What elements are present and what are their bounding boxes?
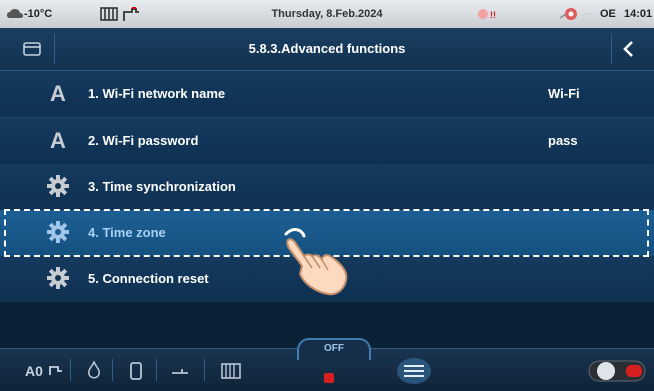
divider — [70, 359, 71, 381]
folder-button[interactable] — [10, 34, 55, 64]
off-status-tab[interactable]: OFF — [297, 338, 371, 360]
alarm-icon — [559, 0, 582, 28]
hand-pointer-icon — [284, 228, 348, 296]
menu-item-label: 5. Connection reset — [88, 271, 209, 286]
divider — [112, 359, 113, 381]
divider — [204, 359, 205, 381]
menu-item-label: 2. Wi-Fi password — [88, 133, 199, 148]
power-toggle[interactable] — [588, 357, 646, 385]
chevron-left-icon — [623, 41, 633, 57]
tank-icon[interactable] — [128, 361, 144, 381]
folder-icon — [23, 42, 41, 56]
mode-code: OE — [600, 8, 616, 20]
alarm-indicator — [324, 373, 334, 383]
menu-item-wifi-password[interactable]: A 2. Wi-Fi password pass — [0, 118, 654, 165]
menu-item-wifi-network-name[interactable]: A 1. Wi-Fi network name Wi-Fi — [0, 71, 654, 118]
menu-item-value: pass — [548, 133, 578, 148]
menu-item-label: 4. Time zone — [88, 225, 166, 240]
menu-icon[interactable] — [396, 357, 432, 385]
font-A-icon: A — [50, 81, 66, 106]
separator-dash: – — [586, 8, 593, 20]
date: Thursday, 8.Feb.2024 — [271, 8, 383, 20]
page-title: 5.8.3.Advanced functions — [248, 41, 406, 56]
gear-icon — [44, 173, 72, 201]
back-button[interactable] — [611, 34, 646, 64]
radiator-icon[interactable] — [220, 361, 242, 381]
boiler-status-icon[interactable]: A0 — [24, 361, 64, 381]
tap-icon[interactable] — [170, 361, 190, 381]
gear-icon — [44, 219, 72, 247]
svg-text:A0: A0 — [25, 363, 43, 379]
flame-icon[interactable] — [86, 361, 102, 381]
header-bar: 5.8.3.Advanced functions — [0, 28, 654, 71]
menu-item-label: 3. Time synchronization — [88, 179, 236, 194]
status-bar: -10°C Thursday, 8.Feb.2024 !! – OE 14:01 — [0, 0, 654, 28]
warning-icon: !! — [476, 0, 496, 28]
gear-icon — [44, 265, 72, 293]
svg-text:!!: !! — [490, 10, 496, 20]
divider — [156, 359, 157, 381]
clock-time: 14:01 — [624, 8, 653, 20]
menu-item-label: 1. Wi-Fi network name — [88, 86, 226, 101]
menu-item-value: Wi-Fi — [548, 86, 580, 101]
menu-item-time-synchronization[interactable]: 3. Time synchronization — [0, 164, 654, 211]
font-A-icon: A — [50, 128, 66, 153]
